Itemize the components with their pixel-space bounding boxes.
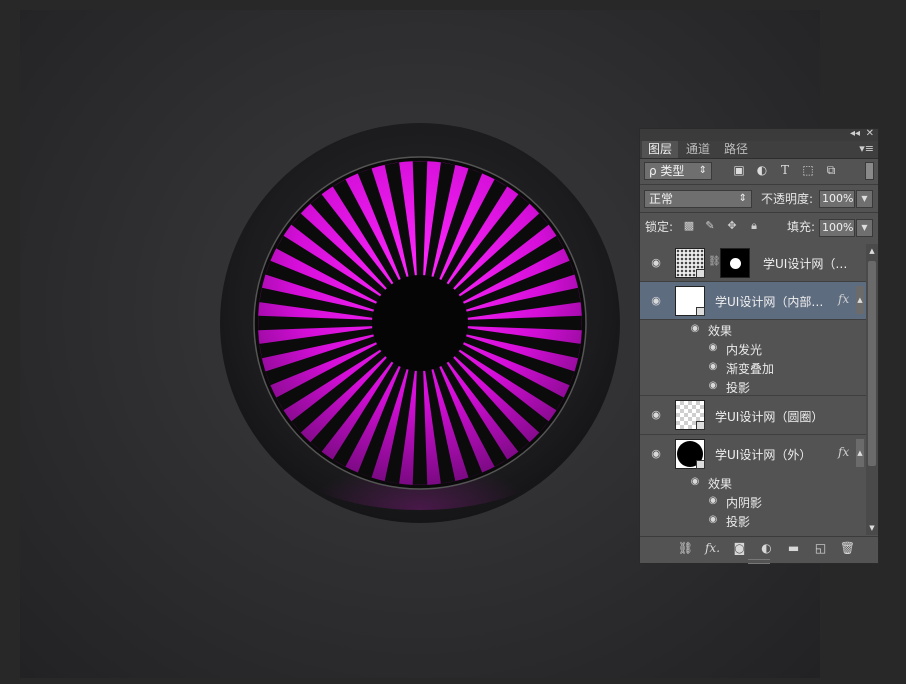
eye-icon[interactable]: ◉ bbox=[706, 343, 720, 353]
fill-label: 填充: bbox=[787, 220, 816, 234]
effect-name: 投影 bbox=[726, 515, 751, 529]
smart-object-badge-icon bbox=[696, 421, 705, 430]
smart-object-filter-icon[interactable]: ⧉ bbox=[824, 162, 838, 178]
type-filter-icon[interactable]: T bbox=[778, 162, 792, 178]
lock-row: 锁定: ▩ ✎ ✥ 🔒︎ 填充: 100% ▼ bbox=[640, 215, 878, 240]
layer-row-selected[interactable]: ◉ 学UI设计网（内部… fx ▲ bbox=[640, 282, 866, 320]
image-filter-icon[interactable]: ▣ bbox=[732, 162, 746, 178]
adjustment-filter-icon[interactable]: ◐ bbox=[755, 162, 769, 178]
blend-mode-value: 正常 bbox=[649, 192, 674, 206]
effect-name: 内阴影 bbox=[726, 496, 763, 510]
panel-bottom-bar: ⛓ fx. ◙ ◐ ▬ ◱ 🗑︎ bbox=[640, 536, 878, 559]
panel-title-bar[interactable]: ◂◂ ✕ bbox=[640, 128, 878, 141]
tab-layers[interactable]: 图层 bbox=[642, 141, 679, 158]
layer-thumbnail bbox=[675, 400, 705, 430]
adjustment-layer-icon[interactable]: ◐ bbox=[757, 540, 776, 556]
collapse-icon[interactable]: ◂◂ bbox=[850, 128, 860, 139]
effect-item[interactable]: ◉ 渐变叠加 bbox=[640, 358, 866, 377]
eye-icon[interactable]: ◉ bbox=[649, 257, 663, 268]
effect-item[interactable]: ◉ 内阴影 bbox=[640, 492, 866, 511]
layer-row[interactable]: ◉ ⛓ 学UI设计网（… bbox=[640, 244, 866, 282]
layer-thumbnail bbox=[675, 248, 705, 278]
eye-icon[interactable]: ◉ bbox=[706, 515, 720, 525]
effect-item[interactable]: ◉ 投影 bbox=[640, 511, 866, 530]
effect-item[interactable]: ◉ 内发光 bbox=[640, 339, 866, 358]
layer-mask-thumbnail[interactable] bbox=[720, 248, 750, 278]
fill-dropdown-icon[interactable]: ▼ bbox=[856, 219, 873, 237]
tab-channels[interactable]: 通道 bbox=[680, 141, 716, 158]
shape-filter-icon[interactable]: ⬚ bbox=[801, 162, 815, 178]
eye-icon[interactable]: ◉ bbox=[688, 477, 702, 487]
filter-kind-select[interactable]: ρ 类型 ⇕ bbox=[644, 162, 712, 180]
new-layer-icon[interactable]: ◱ bbox=[811, 540, 830, 556]
link-layers-icon[interactable]: ⛓ bbox=[676, 540, 695, 556]
eye-icon[interactable]: ◉ bbox=[649, 448, 663, 459]
lock-image-icon[interactable]: ✎ bbox=[703, 219, 717, 233]
scroll-up-icon[interactable]: ▲ bbox=[866, 246, 878, 256]
fx-icon[interactable]: fx bbox=[838, 445, 849, 459]
fx-expand-icon[interactable]: ▲ bbox=[856, 286, 864, 314]
blend-row: 正常 ⇕ 不透明度: 100% ▼ bbox=[640, 187, 878, 212]
layer-style-fx-icon[interactable]: fx. bbox=[703, 540, 722, 556]
lock-transparent-icon[interactable]: ▩ bbox=[682, 219, 696, 233]
panel-menu-icon[interactable]: ▾≡ bbox=[859, 142, 874, 155]
fx-icon[interactable]: fx bbox=[838, 292, 849, 306]
divider bbox=[640, 184, 878, 185]
filter-row: ρ 类型 ⇕ ▣ ◐ T ⬚ ⧉ bbox=[640, 159, 878, 184]
layer-thumbnail bbox=[675, 439, 705, 469]
effects-label: 效果 bbox=[708, 324, 733, 338]
opacity-label: 不透明度: bbox=[761, 192, 814, 206]
close-icon[interactable]: ✕ bbox=[866, 128, 874, 139]
eye-icon[interactable]: ◉ bbox=[706, 381, 720, 391]
smart-object-badge-icon bbox=[696, 307, 705, 316]
layer-name: 学UI设计网（… bbox=[763, 257, 848, 271]
eye-icon[interactable]: ◉ bbox=[706, 496, 720, 506]
fx-expand-icon[interactable]: ▲ bbox=[856, 439, 864, 467]
panel-tabs: 图层 通道 路径 ▾≡ bbox=[640, 141, 878, 159]
pupil bbox=[372, 275, 468, 371]
new-group-folder-icon[interactable]: ▬ bbox=[784, 540, 803, 556]
select-arrows-icon: ⇕ bbox=[738, 193, 747, 204]
lock-position-icon[interactable]: ✥ bbox=[725, 219, 739, 233]
scroll-thumb[interactable] bbox=[868, 261, 876, 466]
layers-panel: ◂◂ ✕ 图层 通道 路径 ▾≡ ρ 类型 ⇕ ▣ ◐ T ⬚ ⧉ 正常 ⇕ 不… bbox=[639, 128, 879, 564]
layers-scrollbar[interactable]: ▲ ▼ bbox=[866, 244, 878, 535]
effect-name: 渐变叠加 bbox=[726, 362, 775, 376]
eye-icon[interactable]: ◉ bbox=[649, 295, 663, 306]
resize-grip[interactable] bbox=[748, 559, 770, 564]
eye-icon[interactable]: ◉ bbox=[688, 324, 702, 334]
opacity-field[interactable]: 100% bbox=[819, 190, 855, 208]
opacity-dropdown-icon[interactable]: ▼ bbox=[856, 190, 873, 208]
divider bbox=[640, 212, 878, 213]
add-mask-icon[interactable]: ◙ bbox=[730, 540, 749, 556]
layer-name: 学UI设计网（外） bbox=[715, 448, 812, 462]
layer-name: 学UI设计网（内部… bbox=[715, 295, 824, 309]
smart-object-badge-icon bbox=[696, 460, 705, 469]
fill-field[interactable]: 100% bbox=[819, 219, 855, 237]
tab-paths[interactable]: 路径 bbox=[718, 141, 754, 158]
effects-label: 效果 bbox=[708, 477, 733, 491]
lock-all-icon[interactable]: 🔒︎ bbox=[747, 219, 761, 233]
lock-label: 锁定: bbox=[645, 220, 674, 234]
layer-name: 学UI设计网（圆圈） bbox=[715, 410, 824, 424]
effect-name: 投影 bbox=[726, 381, 751, 395]
layer-row[interactable]: ◉ 学UI设计网（外） fx ▲ bbox=[640, 435, 866, 473]
effects-header: ◉ 效果 bbox=[640, 473, 866, 492]
smart-object-badge-icon bbox=[696, 269, 705, 278]
effect-name: 内发光 bbox=[726, 343, 763, 357]
effects-header: ◉ 效果 bbox=[640, 320, 866, 339]
eye-icon[interactable]: ◉ bbox=[649, 409, 663, 420]
filter-toggle[interactable] bbox=[865, 162, 874, 180]
blend-mode-select[interactable]: 正常 ⇕ bbox=[644, 190, 752, 208]
trash-icon[interactable]: 🗑︎ bbox=[838, 540, 857, 556]
select-arrows-icon: ⇕ bbox=[698, 165, 707, 176]
scroll-down-icon[interactable]: ▼ bbox=[866, 523, 878, 533]
filter-kind-label: ρ 类型 bbox=[649, 164, 685, 178]
chain-link-icon[interactable]: ⛓ bbox=[708, 256, 721, 267]
layers-list: ◉ ⛓ 学UI设计网（… ◉ 学UI设计网（内部… fx ▲ ◉ 效果 ◉ 内发… bbox=[640, 244, 866, 535]
effect-item[interactable]: ◉ 投影 bbox=[640, 377, 866, 396]
eye-icon[interactable]: ◉ bbox=[706, 362, 720, 372]
layer-thumbnail bbox=[675, 286, 705, 316]
layer-row[interactable]: ◉ 学UI设计网（圆圈） bbox=[640, 396, 866, 435]
